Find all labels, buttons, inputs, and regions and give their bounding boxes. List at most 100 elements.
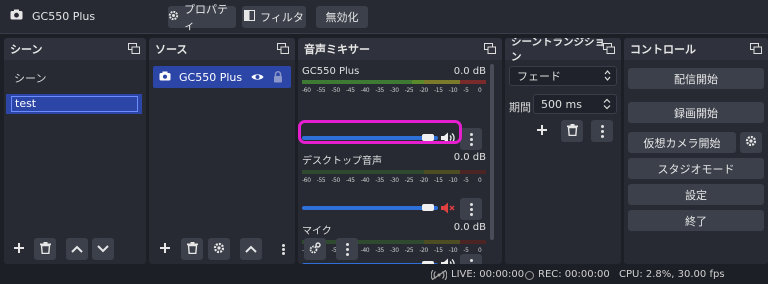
mixer-title: 音声ミキサー bbox=[304, 43, 370, 56]
duration-value: 500 ms bbox=[541, 97, 582, 111]
filters-button[interactable]: フィルタ bbox=[242, 6, 306, 28]
kebab-menu-icon bbox=[469, 258, 473, 264]
rec-timer: REC: 00:00:00 bbox=[538, 269, 610, 280]
speaker-icon[interactable] bbox=[441, 258, 455, 264]
move-scene-down-button[interactable] bbox=[92, 238, 114, 260]
trash-icon bbox=[39, 241, 51, 257]
sources-dock: ソース GC550 Plus bbox=[149, 38, 295, 264]
mixer-menu-button[interactable] bbox=[336, 238, 358, 260]
disable-button[interactable]: 無効化 bbox=[316, 6, 368, 28]
meter-tick-label: -10 bbox=[448, 176, 458, 184]
controls-dock-header: コントロール bbox=[624, 38, 768, 60]
meter-scale: -60-55-50-45-40-35-30-25-20-15-10-50 bbox=[302, 246, 486, 256]
remove-transition-button[interactable] bbox=[561, 120, 583, 142]
start-streaming-label: 配信開始 bbox=[674, 72, 718, 86]
source-menu-button[interactable] bbox=[277, 238, 289, 260]
source-toolbar: GC550 Plus プロパティ フィルタ 無効化 bbox=[0, 0, 768, 34]
meter-tick-label: -20 bbox=[419, 86, 428, 94]
stepper-icon[interactable] bbox=[603, 98, 611, 113]
start-recording-label: 録画開始 bbox=[674, 106, 718, 120]
gears-icon bbox=[309, 241, 321, 257]
undock-icon[interactable] bbox=[603, 43, 615, 57]
channel-name: マイク bbox=[302, 226, 332, 237]
selected-source: GC550 Plus bbox=[10, 9, 95, 23]
remove-source-button[interactable] bbox=[181, 238, 203, 260]
chevron-up-icon bbox=[71, 243, 83, 256]
camera-icon bbox=[159, 71, 171, 84]
volume-slider-thumb[interactable] bbox=[422, 261, 434, 264]
source-item[interactable]: GC550 Plus bbox=[153, 66, 291, 88]
duration-field[interactable]: 500 ms bbox=[533, 94, 617, 114]
channel-name: デスクトップ音声 bbox=[302, 156, 382, 167]
add-scene-button[interactable] bbox=[8, 238, 30, 260]
kebab-menu-icon bbox=[345, 242, 349, 256]
add-source-button[interactable] bbox=[154, 238, 176, 260]
add-transition-button[interactable] bbox=[531, 120, 553, 142]
plus-icon bbox=[159, 242, 171, 257]
mixer-channel: GC550 Plus 0.0 dB -60 -55 -50 -45 -40 -35 -30-… bbox=[302, 66, 486, 96]
source-properties-button[interactable] bbox=[208, 238, 230, 260]
meter-tick-label: -45 bbox=[346, 86, 355, 94]
filter-icon bbox=[244, 10, 256, 24]
meter-tick-label: -30 bbox=[390, 176, 399, 184]
scene-item-selected[interactable]: test bbox=[6, 94, 142, 114]
exit-button[interactable]: 終了 bbox=[628, 210, 764, 231]
start-recording-button[interactable]: 録画開始 bbox=[628, 102, 764, 123]
meter-tick-label: -5 bbox=[463, 86, 469, 94]
channel-level: 0.0 dB bbox=[453, 222, 486, 233]
sources-dock-header: ソース bbox=[149, 38, 295, 60]
meter-tick-label: -50 bbox=[331, 176, 340, 184]
controls-dock: コントロール 配信開始 録画開始 仮想カメラ開始 スタジオモード 設定 終了 bbox=[624, 38, 768, 264]
meter-tick-label: -40 bbox=[360, 86, 370, 94]
properties-label: プロパティ bbox=[184, 3, 228, 32]
spin-arrows-icon bbox=[604, 70, 611, 84]
scene-rename-field[interactable]: test bbox=[11, 96, 138, 112]
properties-button[interactable]: プロパティ bbox=[168, 3, 236, 32]
sources-title: ソース bbox=[155, 43, 188, 56]
meter-tick-label: 0 bbox=[478, 246, 482, 254]
exit-label: 終了 bbox=[685, 214, 707, 228]
audio-settings-button[interactable] bbox=[304, 238, 326, 260]
channel-level: 0.0 dB bbox=[453, 152, 486, 163]
meter-tick-label: -20 bbox=[419, 246, 428, 254]
audio-mixer-dock: 音声ミキサー GC550 Plus 0.0 dB -60 -55 -50 -45 -40… bbox=[298, 38, 502, 264]
meter-tick-label: -25 bbox=[404, 246, 414, 254]
meter-tick-label: -5 bbox=[463, 246, 469, 254]
meter-tick-label: 0 bbox=[478, 176, 482, 184]
meter-tick-label: -50 bbox=[331, 86, 340, 94]
mixer-dock-header: 音声ミキサー bbox=[298, 38, 502, 60]
undock-icon[interactable] bbox=[128, 43, 140, 57]
trash-icon bbox=[566, 123, 578, 139]
mixer-channel: マイク 0.0 dB -60-55-50-45-40-35-30-25-20-1… bbox=[302, 184, 486, 256]
transition-select[interactable]: フェード bbox=[509, 66, 617, 86]
undock-icon[interactable] bbox=[484, 43, 496, 57]
meter-tick-label: -60 bbox=[302, 86, 311, 94]
channel-menu-button[interactable] bbox=[460, 254, 482, 264]
volume-meter bbox=[302, 80, 486, 84]
start-virtual-camera-button[interactable]: 仮想カメラ開始 bbox=[628, 132, 736, 153]
transition-menu-button[interactable] bbox=[591, 120, 613, 142]
volume-slider[interactable] bbox=[302, 261, 438, 264]
remove-scene-button[interactable] bbox=[34, 238, 56, 260]
transition-value: フェード bbox=[517, 70, 561, 83]
scene-item[interactable]: シーン bbox=[8, 68, 144, 88]
settings-button[interactable]: 設定 bbox=[628, 184, 764, 205]
trash-icon bbox=[186, 241, 198, 257]
virtual-camera-settings-button[interactable] bbox=[740, 132, 762, 153]
lock-icon[interactable] bbox=[273, 71, 283, 86]
meter-tick-label: -25 bbox=[404, 176, 414, 184]
eye-icon[interactable] bbox=[251, 72, 264, 85]
channel-name: GC550 Plus bbox=[302, 66, 360, 77]
meter-tick-label: -55 bbox=[316, 86, 326, 94]
start-streaming-button[interactable]: 配信開始 bbox=[628, 68, 764, 89]
studio-mode-label: スタジオモード bbox=[657, 162, 735, 176]
scenes-title: シーン bbox=[10, 43, 43, 56]
mixer-scrollbar[interactable] bbox=[490, 64, 494, 240]
move-source-up-button[interactable] bbox=[240, 238, 262, 260]
meter-tick-label: -35 bbox=[375, 86, 384, 94]
studio-mode-button[interactable]: スタジオモード bbox=[628, 158, 764, 179]
live-signal-icon bbox=[430, 269, 448, 283]
move-scene-up-button[interactable] bbox=[66, 238, 88, 260]
undock-icon[interactable] bbox=[750, 43, 762, 57]
undock-icon[interactable] bbox=[277, 43, 289, 57]
